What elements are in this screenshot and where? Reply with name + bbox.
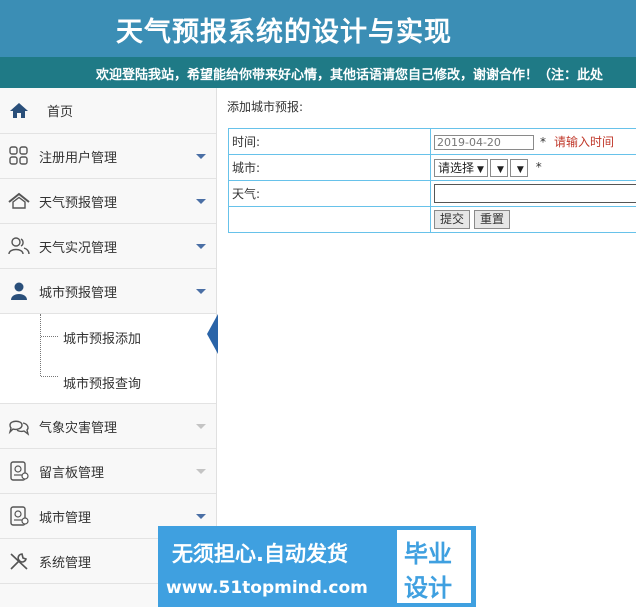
- sidebar-item-forecast[interactable]: 天气预报管理: [0, 179, 216, 224]
- welcome-marquee: 欢迎登陆我站，希望能给你带来好心情，其他话语请您自己修改，谢谢合作！（注：此处: [0, 57, 636, 88]
- weather-label: 天气:: [228, 180, 431, 207]
- chevron-down-icon: ▼: [477, 164, 484, 175]
- user-icon: [11, 282, 27, 300]
- chevron-down-icon: ▼: [516, 164, 524, 175]
- chevron-down-icon: [196, 199, 206, 204]
- add-form-table: 时间: 2019-04-20 * 请输入时间 城市: 请选择 ▼ ▼ ▼ * 天气: 提交重…: [228, 128, 636, 233]
- sidebar-item-home[interactable]: 首页: [0, 88, 216, 134]
- sidebar-item-label: 城市预报管理: [39, 285, 118, 301]
- city-select-province[interactable]: 请选择 ▼: [434, 158, 488, 177]
- submenu-item-label: 城市预报添加: [63, 332, 142, 347]
- page-header: 天气预报系统的设计与实现: [0, 0, 636, 57]
- city-select-district[interactable]: ▼: [509, 158, 528, 177]
- tools-icon: [10, 553, 28, 570]
- submit-button[interactable]: 提交: [434, 210, 471, 229]
- watermark-url: www.51topmind.com: [166, 578, 368, 598]
- time-input[interactable]: 2019-04-20: [434, 135, 534, 150]
- city-label: 城市:: [228, 154, 431, 181]
- tree-line: [41, 376, 58, 377]
- sidebar-item-label: 首页: [47, 105, 74, 120]
- roof-icon: [8, 192, 30, 209]
- table-row: 提交 重置: [228, 206, 636, 233]
- weather-cell: [430, 180, 636, 207]
- chevron-down-icon: ▼: [496, 164, 504, 175]
- submenu-item-add[interactable]: 城市预报添加: [0, 314, 216, 359]
- time-label: 时间:: [228, 128, 431, 155]
- sidebar-item-label: 注册用户管理: [39, 150, 118, 166]
- submenu-item-label: 城市预报查询: [63, 377, 142, 392]
- city-select-city[interactable]: ▼: [489, 158, 508, 177]
- sidebar-item-disaster[interactable]: 气象灾害管理: [0, 404, 216, 449]
- chevron-down-icon: [196, 469, 206, 474]
- sidebar-item-city-forecast[interactable]: 城市预报管理: [0, 269, 216, 314]
- required-star: *: [540, 135, 546, 149]
- watermark-badge-bottom: 设计: [404, 574, 452, 602]
- home-icon: [10, 103, 28, 118]
- tree-line: [41, 336, 58, 337]
- weather-input[interactable]: [434, 184, 636, 203]
- city-cell: 请选择 ▼ ▼ ▼ *: [430, 154, 636, 181]
- active-indicator: [207, 314, 218, 354]
- submenu-item-query[interactable]: 城市预报查询: [0, 359, 216, 404]
- sidebar-item-label: 气象灾害管理: [39, 420, 118, 436]
- document-icon: [10, 506, 29, 526]
- time-hint: 请输入时间: [554, 135, 615, 149]
- buttons-cell: 提交 重置: [430, 206, 636, 233]
- chevron-down-icon: [196, 244, 206, 249]
- sidebar-item-label: 系统管理: [39, 555, 92, 571]
- chevron-down-icon: [196, 289, 206, 294]
- reset-button[interactable]: 重置: [474, 210, 511, 229]
- required-star: *: [535, 160, 542, 174]
- table-row: 城市: 请选择 ▼ ▼ ▼ *: [228, 154, 636, 181]
- table-row: 天气:: [228, 180, 636, 207]
- sidebar-item-label: 留言板管理: [39, 465, 105, 481]
- watermark-badge-top: 毕业: [404, 540, 452, 568]
- watermark-badge: 毕业 设计: [397, 530, 471, 603]
- document-icon: [10, 461, 29, 481]
- chevron-down-icon: [196, 424, 206, 429]
- watermark-line1: 无须担心.自动发货: [172, 542, 348, 566]
- chevron-down-icon: [196, 154, 206, 159]
- site-title: 天气预报系统的设计与实现: [116, 17, 452, 48]
- sidebar-item-users[interactable]: 注册用户管理: [0, 134, 216, 179]
- sidebar-item-guestbook[interactable]: 留言板管理: [0, 449, 216, 494]
- chevron-down-icon: [196, 514, 206, 519]
- sidebar-item-label: 城市管理: [39, 510, 92, 526]
- marquee-text: 欢迎登陆我站，希望能给你带来好心情，其他话语请您自己修改，谢谢合作！（注：此处: [96, 68, 604, 83]
- table-row: 时间: 2019-04-20 * 请输入时间: [228, 128, 636, 155]
- sidebar-item-label: 天气实况管理: [39, 240, 118, 256]
- sidebar-item-actual[interactable]: 天气实况管理: [0, 224, 216, 269]
- watermark-banner: 无须担心.自动发货 www.51topmind.com 毕业 设计: [158, 526, 476, 607]
- submenu-city-forecast: 城市预报添加 城市预报查询: [0, 314, 216, 404]
- grid-icon: [9, 146, 28, 165]
- chat-icon: [8, 420, 30, 436]
- page-title: 添加城市预报:: [227, 100, 304, 114]
- time-cell: 2019-04-20 * 请输入时间: [430, 128, 636, 155]
- empty-cell: [228, 206, 431, 233]
- users-icon: [8, 237, 30, 255]
- sidebar-item-label: 天气预报管理: [39, 195, 118, 211]
